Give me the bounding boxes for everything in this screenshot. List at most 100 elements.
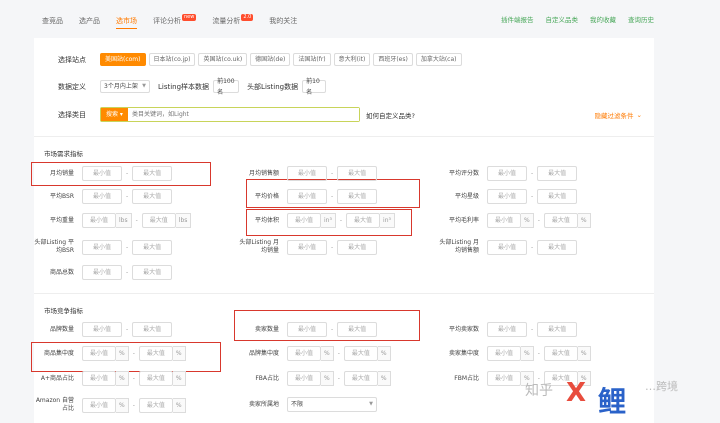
site-selector: 美国站(com) 日本站(co.jp) 英国站(co.uk) 德国站(de) 法… <box>100 53 465 66</box>
site-option-us[interactable]: 美国站(com) <box>100 53 146 66</box>
min-value-input[interactable]: 最小值 <box>82 166 122 181</box>
min-value-input[interactable]: 最小值 <box>487 213 521 228</box>
min-value-input[interactable]: 最小值 <box>287 322 327 337</box>
min-value-input[interactable]: 最小值 <box>82 239 122 255</box>
min-value-input[interactable]: 最小值 <box>287 166 327 181</box>
custom-category-link[interactable]: 如何自定义品类? <box>366 110 415 120</box>
max-value-input[interactable]: 最大值 <box>138 346 173 361</box>
max-value-input[interactable]: 最大值 <box>337 189 378 204</box>
range-separator: - <box>126 243 129 251</box>
data-definition-row: 数据定义 3个月内上架 ▼ Listing样本数据 前100名 头部Listing… <box>58 78 327 96</box>
max-value-input[interactable]: 最大值 <box>343 371 378 386</box>
range-separator: - <box>331 243 334 251</box>
min-value-input[interactable]: 最小值 <box>487 346 521 361</box>
min-value-input[interactable]: 最小值 <box>82 397 116 413</box>
site-option-es[interactable]: 西班牙(es) <box>373 53 413 66</box>
tab-competitor[interactable]: 查竞品 <box>34 0 71 38</box>
field-label: 平均毛利率 <box>448 216 479 224</box>
max-value-input[interactable]: 最大值 <box>343 346 378 361</box>
hide-filters-toggle[interactable]: 隐藏过滤条件 ⌄ <box>595 110 642 120</box>
filter-field: 平均价格 最小值 - 最大值 <box>239 189 378 204</box>
min-value-input[interactable]: 最小值 <box>287 371 321 386</box>
max-value-input[interactable]: 最大值 <box>537 239 578 255</box>
min-value-input[interactable]: 最小值 <box>82 346 116 361</box>
link-my-favorites[interactable]: 我的收藏 <box>590 14 616 24</box>
range-separator: - <box>531 243 534 251</box>
filter-field: FBA占比 最小值% - 最大值% <box>239 371 391 386</box>
max-value-input[interactable]: 最大值 <box>132 166 173 181</box>
min-value-input[interactable]: 最小值 <box>287 213 321 228</box>
unit-label: % <box>377 371 391 386</box>
min-value-input[interactable]: 最小值 <box>487 322 527 337</box>
unit-label: % <box>321 371 334 386</box>
range-separator: - <box>331 193 334 200</box>
site-option-uk[interactable]: 英国站(co.uk) <box>198 53 248 66</box>
min-value-input[interactable]: 最小值 <box>287 239 327 255</box>
top-listing-select[interactable]: 前10名 <box>302 78 327 96</box>
min-value-input[interactable]: 最小值 <box>287 346 321 361</box>
link-custom-category[interactable]: 自定义品类 <box>546 14 579 24</box>
max-value-input[interactable]: 最大值 <box>543 346 578 361</box>
site-option-ca[interactable]: 加拿大站(ca) <box>415 53 462 66</box>
site-option-it[interactable]: 意大利(it) <box>333 53 371 66</box>
chevron-down-icon: ▼ <box>369 401 373 407</box>
divider <box>34 293 654 294</box>
field-label: 平均价格 <box>254 192 279 200</box>
max-value-input[interactable]: 最大值 <box>138 371 173 386</box>
max-value-input[interactable]: 最大值 <box>537 189 578 204</box>
min-value-input[interactable]: 最小值 <box>487 166 527 181</box>
tab-review-analysis[interactable]: 评论分析 new <box>145 0 204 38</box>
unit-label: % <box>321 346 334 361</box>
link-query-history[interactable]: 查询历史 <box>628 14 654 24</box>
listing-sample-select[interactable]: 前100名 <box>213 78 240 96</box>
tab-my-follow[interactable]: 我的关注 <box>261 0 305 38</box>
max-value-input[interactable]: 最大值 <box>337 322 378 337</box>
filter-field: A+商品占比 最小值% - 最大值% <box>34 371 186 386</box>
min-value-input[interactable]: 最小值 <box>82 189 122 204</box>
field-label: A+商品占比 <box>40 374 74 382</box>
tab-product[interactable]: 选产品 <box>71 0 108 38</box>
max-value-input[interactable]: 最大值 <box>537 166 578 181</box>
site-option-de[interactable]: 德国站(de) <box>250 53 291 66</box>
max-value-input[interactable]: 最大值 <box>543 213 578 228</box>
max-value-input[interactable]: 最大值 <box>537 322 578 337</box>
field-label: 头部Listing 平均BSR <box>34 239 74 254</box>
min-value-input[interactable]: 最小值 <box>487 189 527 204</box>
max-value-input[interactable]: 最大值 <box>132 189 173 204</box>
period-select[interactable]: 3个月内上架 ▼ <box>100 80 150 93</box>
max-value-input[interactable]: 最大值 <box>346 213 381 228</box>
site-option-fr[interactable]: 法国站(fr) <box>293 53 331 66</box>
field-label: 卖家所属地 <box>248 400 279 408</box>
search-type-button[interactable]: 搜索 ▾ <box>101 108 128 121</box>
min-value-input[interactable]: 最小值 <box>487 239 527 255</box>
max-value-input[interactable]: 最大值 <box>132 239 173 255</box>
min-value-input[interactable]: 最小值 <box>82 371 116 386</box>
top-links: 插件端报告 自定义品类 我的收藏 查询历史 <box>489 0 654 38</box>
tab-market[interactable]: 选市场 <box>108 0 145 38</box>
range-separator: - <box>126 170 129 177</box>
filter-field: 卖家数量 最小值 - 最大值 <box>239 322 378 337</box>
filter-field: 头部Listing 月均销量 最小值 - 最大值 <box>239 239 378 255</box>
min-value-input[interactable]: 最小值 <box>287 189 327 204</box>
seller-location-select[interactable]: 不限 ▼ <box>287 397 377 412</box>
max-value-input[interactable]: 最大值 <box>337 239 378 255</box>
watermark-tail: …跨境 <box>645 380 678 393</box>
max-value-input[interactable]: 最大值 <box>132 322 173 337</box>
min-value-input[interactable]: 最小值 <box>487 371 521 386</box>
site-option-jp[interactable]: 日本站(co.jp) <box>148 53 196 66</box>
category-search-input[interactable] <box>127 108 359 121</box>
category-label: 选择类目 <box>58 110 86 119</box>
min-value-input[interactable]: 最小值 <box>82 265 122 280</box>
filter-field: 品牌数量 最小值 - 最大值 <box>34 322 173 337</box>
min-value-input[interactable]: 最小值 <box>82 322 122 337</box>
tab-traffic-analysis[interactable]: 流量分析 2.0 <box>204 0 261 38</box>
field-label: 卖家数量 <box>254 325 279 333</box>
max-value-input[interactable]: 最大值 <box>337 166 378 181</box>
max-value-input[interactable]: 最大值 <box>138 397 173 413</box>
max-value-input[interactable]: 最大值 <box>132 265 173 280</box>
link-plugin-report[interactable]: 插件端报告 <box>501 14 534 24</box>
min-value-input[interactable]: 最小值 <box>82 213 116 228</box>
new-badge: new <box>182 14 197 21</box>
max-value-input[interactable]: 最大值 <box>141 213 176 228</box>
range-separator: - <box>531 326 534 333</box>
